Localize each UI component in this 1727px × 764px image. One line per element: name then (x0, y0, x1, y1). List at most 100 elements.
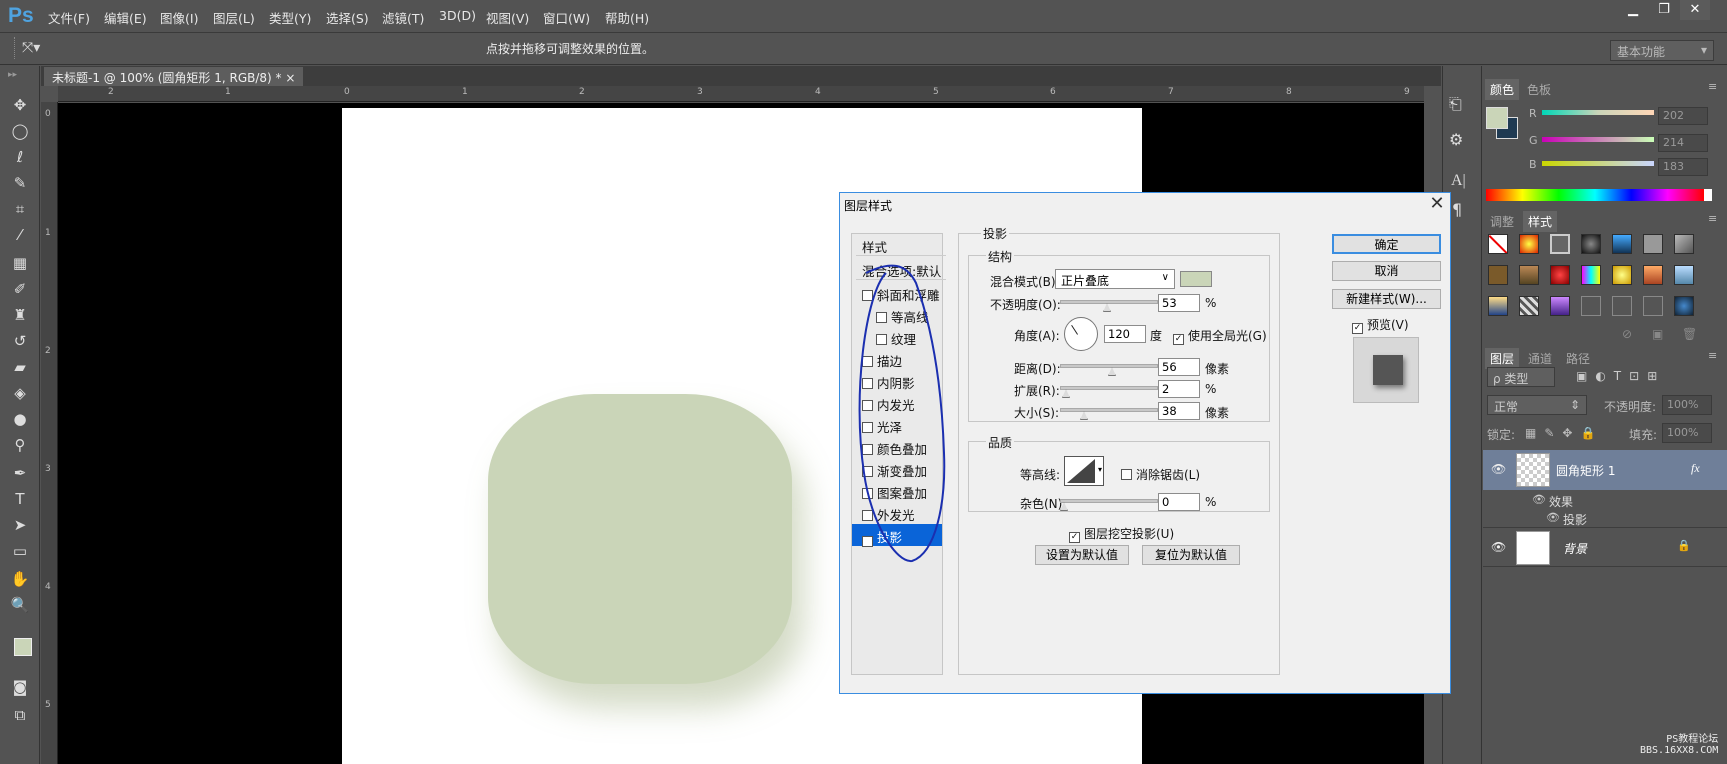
quick-select-icon[interactable]: ✎ (9, 172, 31, 194)
document-tab[interactable]: 未标题-1 @ 100% (圆角矩形 1, RGB/8) * × (44, 67, 304, 86)
clear-style-icon[interactable]: ⊘ (1622, 327, 1632, 341)
path-select-icon[interactable]: ➤ (9, 514, 31, 536)
blur-tool-icon[interactable]: ● (9, 408, 31, 430)
channel-g-value[interactable]: 214 (1658, 134, 1708, 152)
contour-picker[interactable]: ▾ (1064, 456, 1104, 486)
channel-b-slider[interactable] (1542, 161, 1654, 166)
style-swatch-none[interactable] (1488, 234, 1508, 254)
panel-menu-icon[interactable]: ≡ (1708, 349, 1717, 362)
healing-brush-icon[interactable]: ▦ (9, 252, 31, 274)
menu-type[interactable]: 类型(Y) (269, 8, 311, 27)
menu-file[interactable]: 文件(F) (48, 8, 90, 27)
style-swatch[interactable] (1581, 265, 1601, 285)
ok-button[interactable]: 确定 (1332, 234, 1441, 254)
checkbox-checked[interactable]: ✓ (1352, 323, 1363, 334)
menu-help[interactable]: 帮助(H) (605, 8, 649, 27)
eye-icon[interactable]: 👁 (1491, 540, 1506, 554)
tab-layers[interactable]: 图层 (1485, 348, 1520, 369)
style-swatch[interactable] (1674, 296, 1694, 316)
style-swatch[interactable] (1612, 234, 1632, 254)
hand-tool-icon[interactable]: ✋ (9, 568, 31, 590)
eye-icon[interactable]: 👁 (1546, 511, 1560, 524)
style-swatch[interactable] (1612, 265, 1632, 285)
shadow-blend-mode-select[interactable]: 正片叠底 ∨ (1055, 269, 1175, 289)
checkbox-checked[interactable]: ✓ (1173, 334, 1184, 345)
tab-swatches[interactable]: 色板 (1522, 79, 1556, 100)
style-swatch[interactable] (1519, 265, 1539, 285)
menu-layer[interactable]: 图层(L) (213, 8, 255, 27)
size-input[interactable]: 38 (1158, 402, 1200, 420)
opacity-slider-track[interactable] (1060, 300, 1158, 304)
checkbox[interactable] (1121, 469, 1132, 480)
new-style-button[interactable]: 新建样式(W)... (1332, 289, 1441, 309)
close-tab-icon[interactable]: × (285, 71, 295, 85)
knockout-option[interactable]: ✓ 图层挖空投影(U) (1069, 525, 1174, 543)
panel-menu-icon[interactable]: ≡ (1708, 80, 1717, 93)
shadow-color-swatch[interactable] (1180, 271, 1212, 287)
pen-tool-icon[interactable]: ✒ (9, 462, 31, 484)
preview-option[interactable]: ✓ 预览(V) (1352, 316, 1409, 334)
global-light-option[interactable]: ✓ 使用全局光(G) (1173, 327, 1267, 345)
layer-filter-select[interactable]: ρ 类型 (1487, 367, 1555, 387)
spread-input[interactable]: 2 (1158, 380, 1200, 398)
menu-3d[interactable]: 3D(D) (439, 8, 476, 23)
noise-input[interactable]: 0 (1158, 493, 1200, 511)
paint-bucket-icon[interactable]: ◈ (9, 382, 31, 404)
spectrum-white-chip[interactable] (1704, 189, 1712, 201)
layer-fill-field[interactable]: 100% (1662, 423, 1712, 443)
tab-channels[interactable]: 通道 (1523, 348, 1557, 369)
channel-b-value[interactable]: 183 (1658, 158, 1708, 176)
foreground-color-swatch[interactable] (14, 638, 32, 656)
angle-input[interactable]: 120 (1104, 325, 1146, 343)
history-panel-icon[interactable]: ⎗ (1449, 94, 1462, 114)
reset-default-button[interactable]: 复位为默认值 (1142, 545, 1240, 565)
workspace-select[interactable]: 基本功能 ▾ (1610, 40, 1714, 61)
quick-mask-icon[interactable]: ◙ (9, 676, 31, 698)
zoom-tool-icon[interactable]: 🔍 (9, 594, 31, 616)
style-swatch[interactable] (1643, 296, 1663, 316)
menu-select[interactable]: 选择(S) (326, 8, 369, 27)
properties-panel-icon[interactable]: ⚙ (1449, 130, 1463, 149)
eyedropper-icon[interactable]: ⁄ (9, 224, 31, 246)
distance-input[interactable]: 56 (1158, 358, 1200, 376)
checkbox-checked[interactable]: ✓ (1069, 532, 1080, 543)
style-swatch[interactable] (1674, 234, 1694, 254)
style-swatch[interactable] (1550, 265, 1570, 285)
menu-window[interactable]: 窗口(W) (543, 8, 590, 27)
fx-icon[interactable]: fx (1691, 461, 1700, 476)
panel-menu-icon[interactable]: ≡ (1708, 212, 1717, 225)
style-swatch[interactable] (1519, 234, 1539, 254)
screen-mode-icon[interactable]: ⧉ (9, 704, 31, 726)
lock-icons[interactable]: ▦✎✥🔒 (1525, 426, 1603, 440)
style-swatch[interactable] (1581, 296, 1601, 316)
restore-button[interactable]: ❐ (1649, 0, 1679, 20)
type-tool-icon[interactable]: T (9, 488, 31, 510)
cancel-button[interactable]: 取消 (1332, 261, 1441, 281)
dodge-tool-icon[interactable]: ⚲ (9, 434, 31, 456)
tab-color[interactable]: 颜色 (1485, 79, 1520, 100)
style-swatch[interactable] (1488, 296, 1508, 316)
new-style-icon[interactable]: ▣ (1652, 327, 1663, 341)
antialias-option[interactable]: 消除锯齿(L) (1121, 466, 1200, 483)
menu-view[interactable]: 视图(V) (486, 8, 529, 27)
color-panel-foreground[interactable] (1486, 107, 1508, 129)
eye-icon[interactable]: 👁 (1491, 462, 1506, 476)
style-swatch[interactable] (1674, 265, 1694, 285)
layer-name[interactable]: 背景 (1563, 540, 1587, 557)
minimize-button[interactable]: ▁ (1618, 0, 1648, 20)
eraser-tool-icon[interactable]: ▰ (9, 356, 31, 378)
tab-adjustments[interactable]: 调整 (1485, 211, 1519, 232)
style-swatch[interactable] (1550, 296, 1570, 316)
layer-opacity-field[interactable]: 100% (1662, 395, 1712, 415)
style-swatch[interactable] (1519, 296, 1539, 316)
channel-g-slider[interactable] (1542, 137, 1654, 142)
size-slider-track[interactable] (1060, 408, 1158, 412)
layer-filter-icons[interactable]: ▣◐T⊡⊞ (1576, 369, 1665, 383)
move-tool-icon[interactable]: ✥ (9, 94, 31, 116)
blend-mode-select[interactable]: 正常 ⇕ (1487, 395, 1587, 415)
distance-slider-track[interactable] (1060, 364, 1158, 368)
style-swatch[interactable] (1488, 265, 1508, 285)
tab-paths[interactable]: 路径 (1561, 348, 1595, 369)
style-swatch[interactable] (1612, 296, 1632, 316)
opacity-input[interactable]: 53 (1158, 294, 1200, 312)
